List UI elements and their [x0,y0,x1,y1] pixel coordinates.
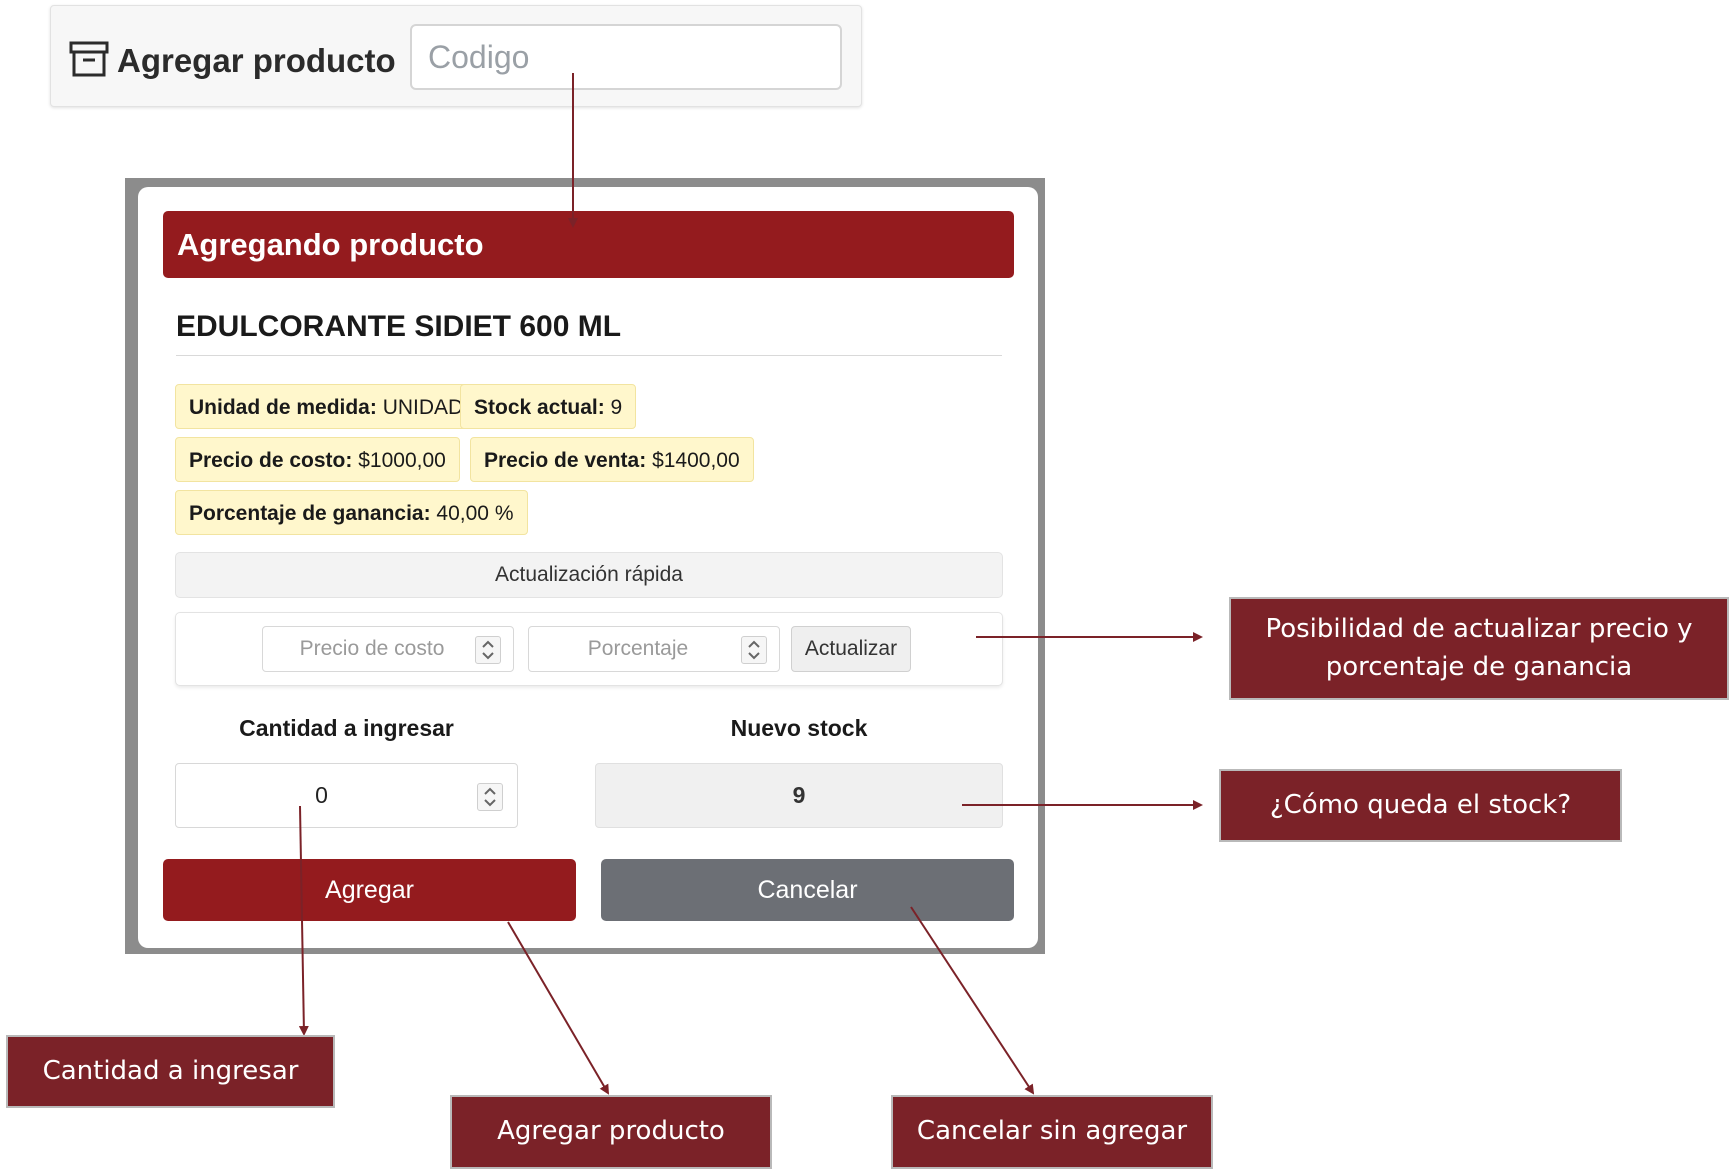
stock-label: Stock actual: [474,396,605,419]
unit-value: UNIDAD [376,396,464,419]
profit-percent-value: 40,00 % [430,502,514,525]
cost-price-value: $1000,00 [352,449,446,472]
sale-price-value: $1400,00 [646,449,740,472]
spinner-icon[interactable] [477,783,503,811]
unit-label: Unidad de medida: [189,396,377,419]
callout-quick-update-line1: Posibilidad de actualizar precio y [1265,613,1693,644]
quantity-field[interactable] [175,763,518,828]
new-stock-value: 9 [595,763,1003,828]
sale-price-badge: Precio de venta: $1400,00 [470,437,754,482]
cost-price-label: Precio de costo: [189,449,353,472]
callout-stock: ¿Cómo queda el stock? [1219,769,1622,842]
unit-badge: Unidad de medida: UNIDAD [175,384,478,429]
new-stock-label: Nuevo stock [730,715,868,741]
product-name: EDULCORANTE SIDIET 600 ML [176,310,622,343]
callout-quantity: Cantidad a ingresar [6,1035,335,1108]
spinner-icon[interactable] [475,636,501,664]
divider [176,355,1002,356]
quick-update-header[interactable]: Actualización rápida [175,552,1003,598]
add-product-dialog: Agregando producto EDULCORANTE SIDIET 60… [138,187,1038,948]
stock-badge: Stock actual: 9 [460,384,637,429]
dialog-header: Agregando producto [163,211,1014,278]
percentage-field[interactable] [528,626,780,672]
quantity-input[interactable] [176,764,517,827]
cost-price-badge: Precio de costo: $1000,00 [175,437,460,482]
cost-price-field[interactable] [262,626,514,672]
callout-add-product: Agregar producto [450,1095,772,1169]
callout-quick-update-line2: porcentaje de ganancia [1325,651,1633,682]
code-input[interactable] [410,24,842,90]
quantity-label: Cantidad a ingresar [239,715,454,741]
sale-price-label: Precio de venta: [484,449,647,472]
spinner-icon[interactable] [741,636,767,664]
archive-box-icon [69,40,109,80]
add-button[interactable]: Agregar [163,859,576,921]
cancel-button[interactable]: Cancelar [601,859,1014,921]
update-button[interactable]: Actualizar [791,626,911,672]
profit-percent-label: Porcentaje de ganancia: [189,502,431,525]
profit-percent-badge: Porcentaje de ganancia: 40,00 % [175,490,528,535]
callout-quick-update: Posibilidad de actualizar precio y porce… [1229,597,1729,700]
add-product-title: Agregar producto [117,42,396,79]
quick-update-panel: Actualizar [175,612,1003,686]
stock-value: 9 [604,396,623,419]
add-product-bar: Agregar producto [50,5,862,107]
callout-cancel: Cancelar sin agregar [891,1095,1213,1169]
